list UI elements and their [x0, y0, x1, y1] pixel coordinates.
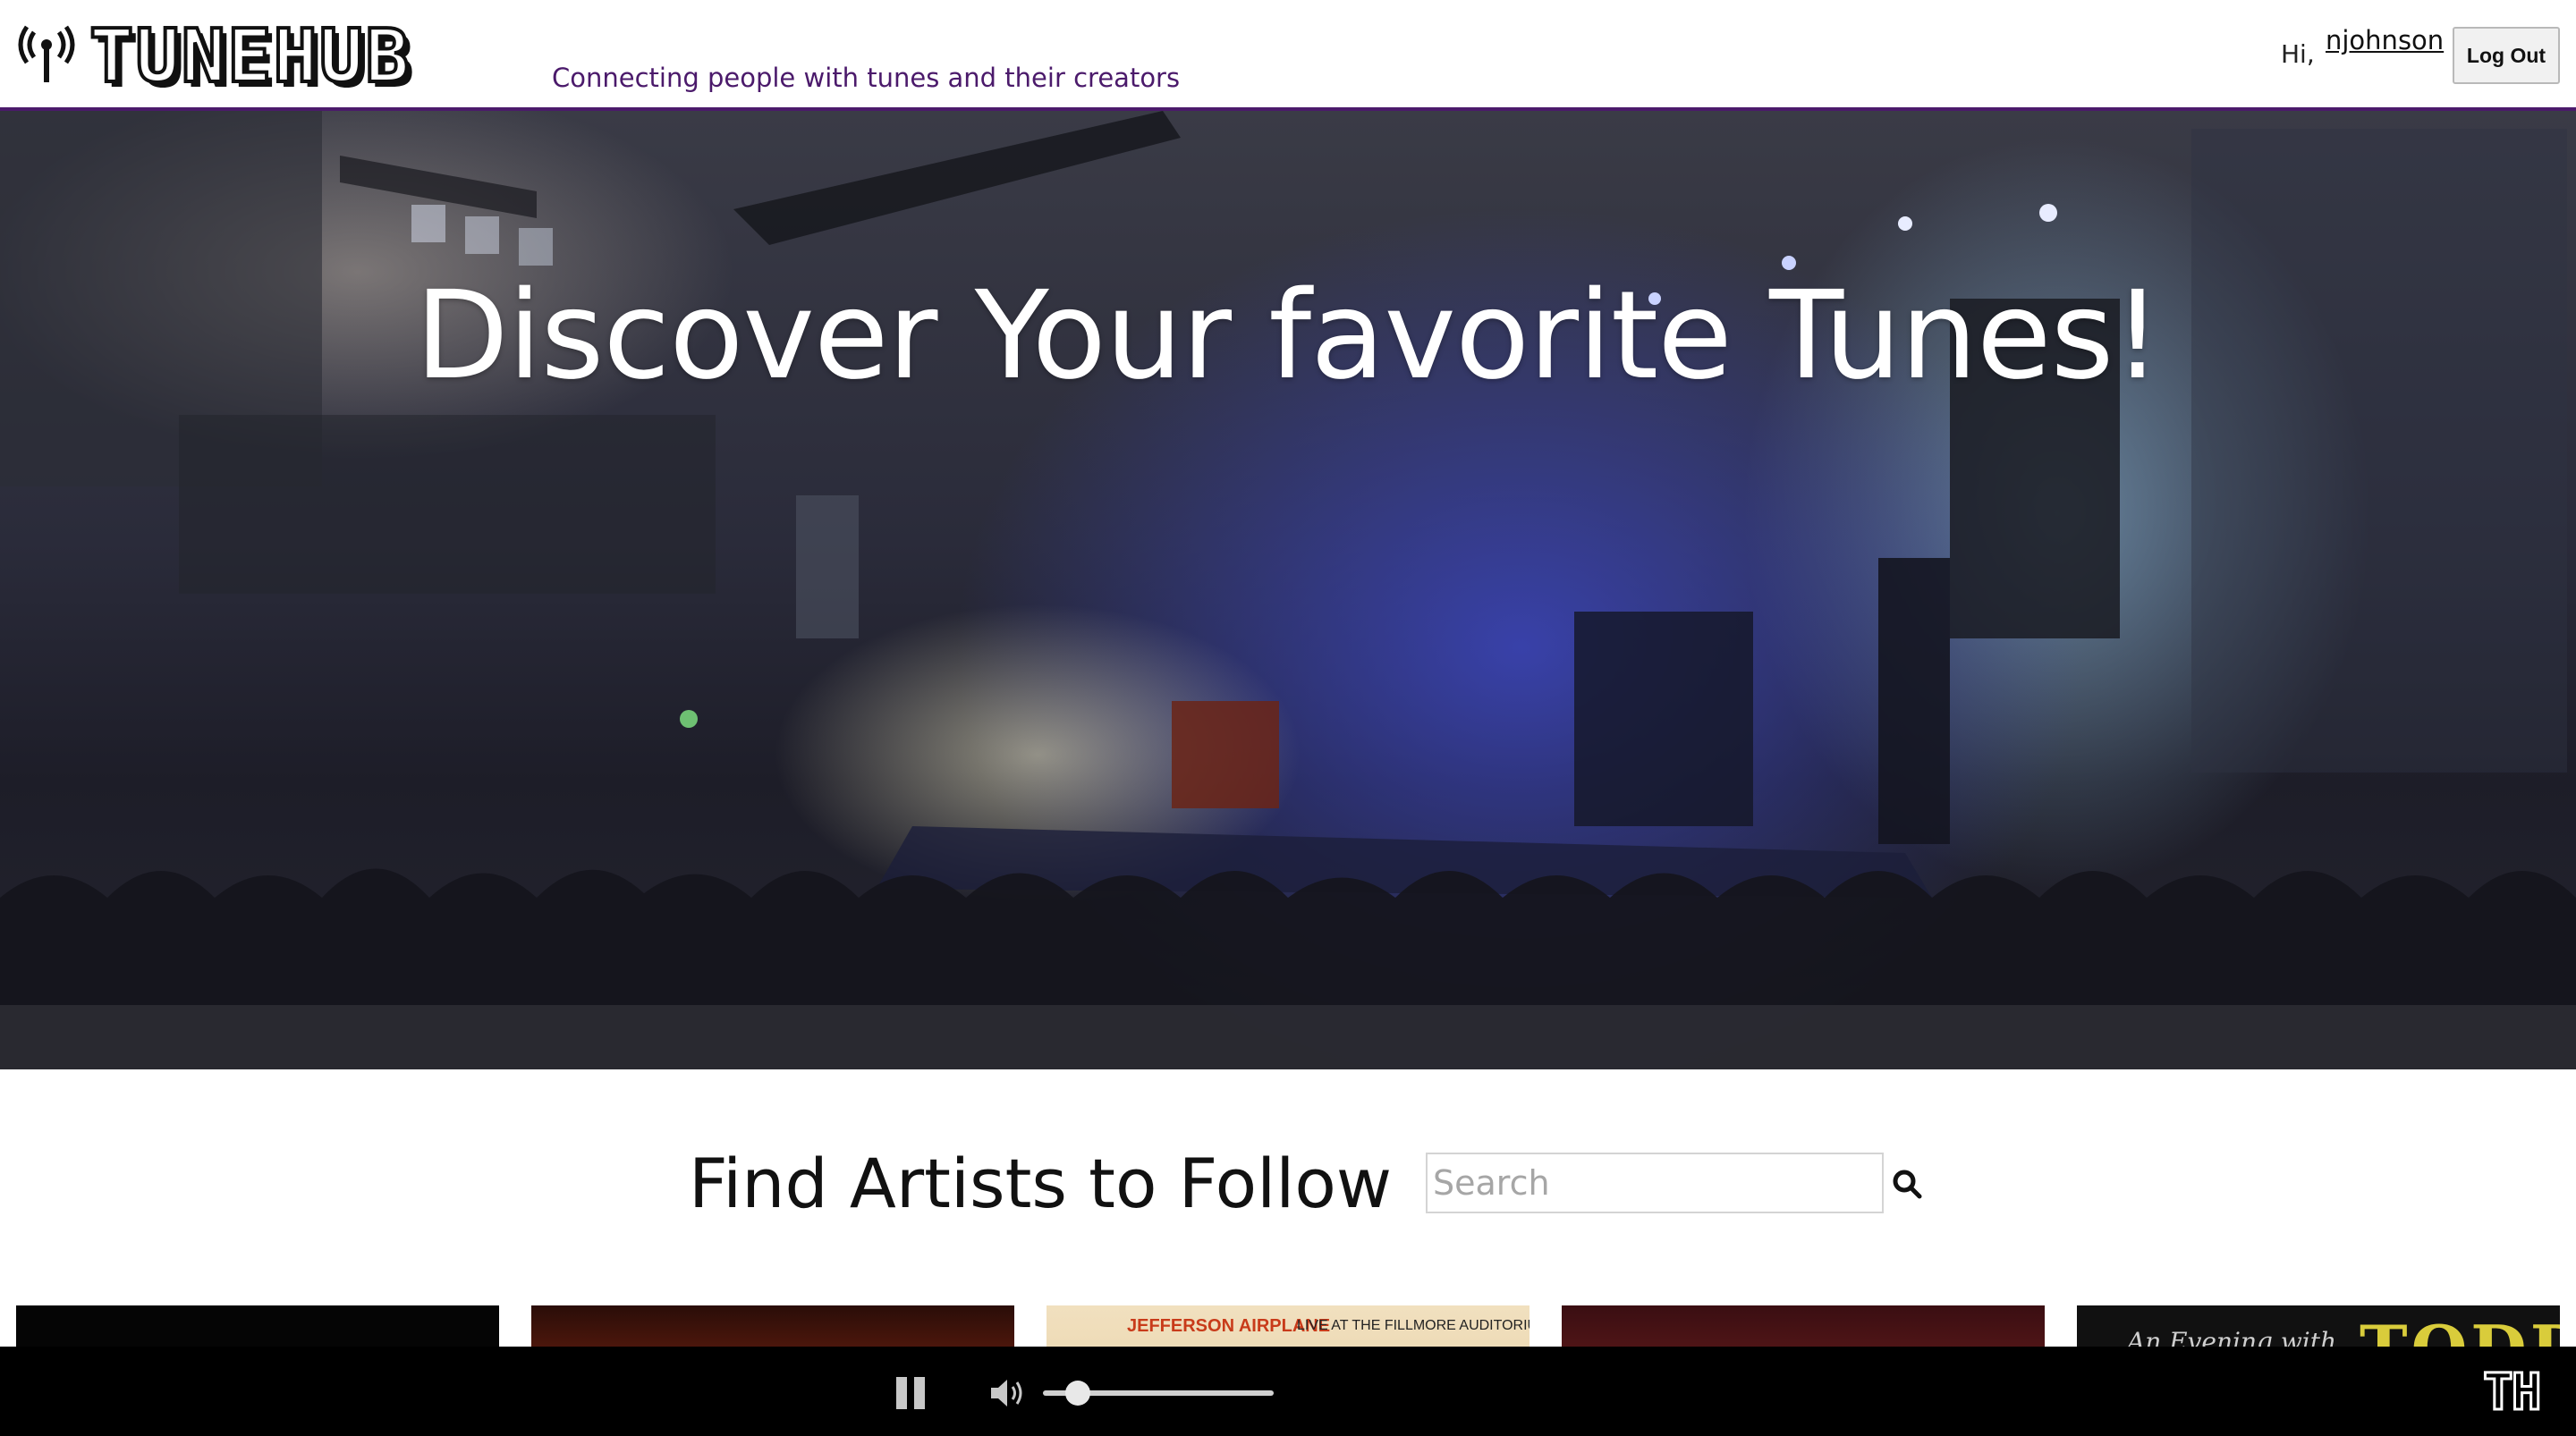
tagline: Connecting people with tunes and their c…	[552, 63, 1181, 93]
logout-button[interactable]: Log Out	[2453, 27, 2560, 84]
volume-icon[interactable]	[989, 1375, 1029, 1411]
pause-icon[interactable]	[894, 1377, 928, 1411]
poster-subtitle: LIVE AT THE FILLMORE AUDITORIUM 10/15/66	[1297, 1318, 1530, 1333]
artist-search-input[interactable]	[1426, 1153, 1884, 1213]
concert-stage-image	[0, 111, 2576, 1069]
hero-banner: Discover Your favorite Tunes!	[0, 111, 2576, 1069]
hero-title: Discover Your favorite Tunes!	[415, 266, 2162, 407]
volume-slider-thumb[interactable]	[1064, 1381, 1090, 1406]
audio-player-bar: TH	[0, 1347, 2576, 1436]
find-artists-heading: Find Artists to Follow	[689, 1144, 1393, 1223]
antenna-icon	[18, 25, 75, 82]
username-link[interactable]: njohnson	[2326, 25, 2444, 55]
th-logo[interactable]: TH	[2481, 1363, 2542, 1423]
tunehub-logo[interactable]: TUNEHUB	[88, 14, 411, 100]
greeting-label: Hi,	[2281, 39, 2315, 69]
search-icon[interactable]	[1891, 1168, 1923, 1200]
top-header: TUNEHUB Connecting people with tunes and…	[0, 0, 2576, 111]
